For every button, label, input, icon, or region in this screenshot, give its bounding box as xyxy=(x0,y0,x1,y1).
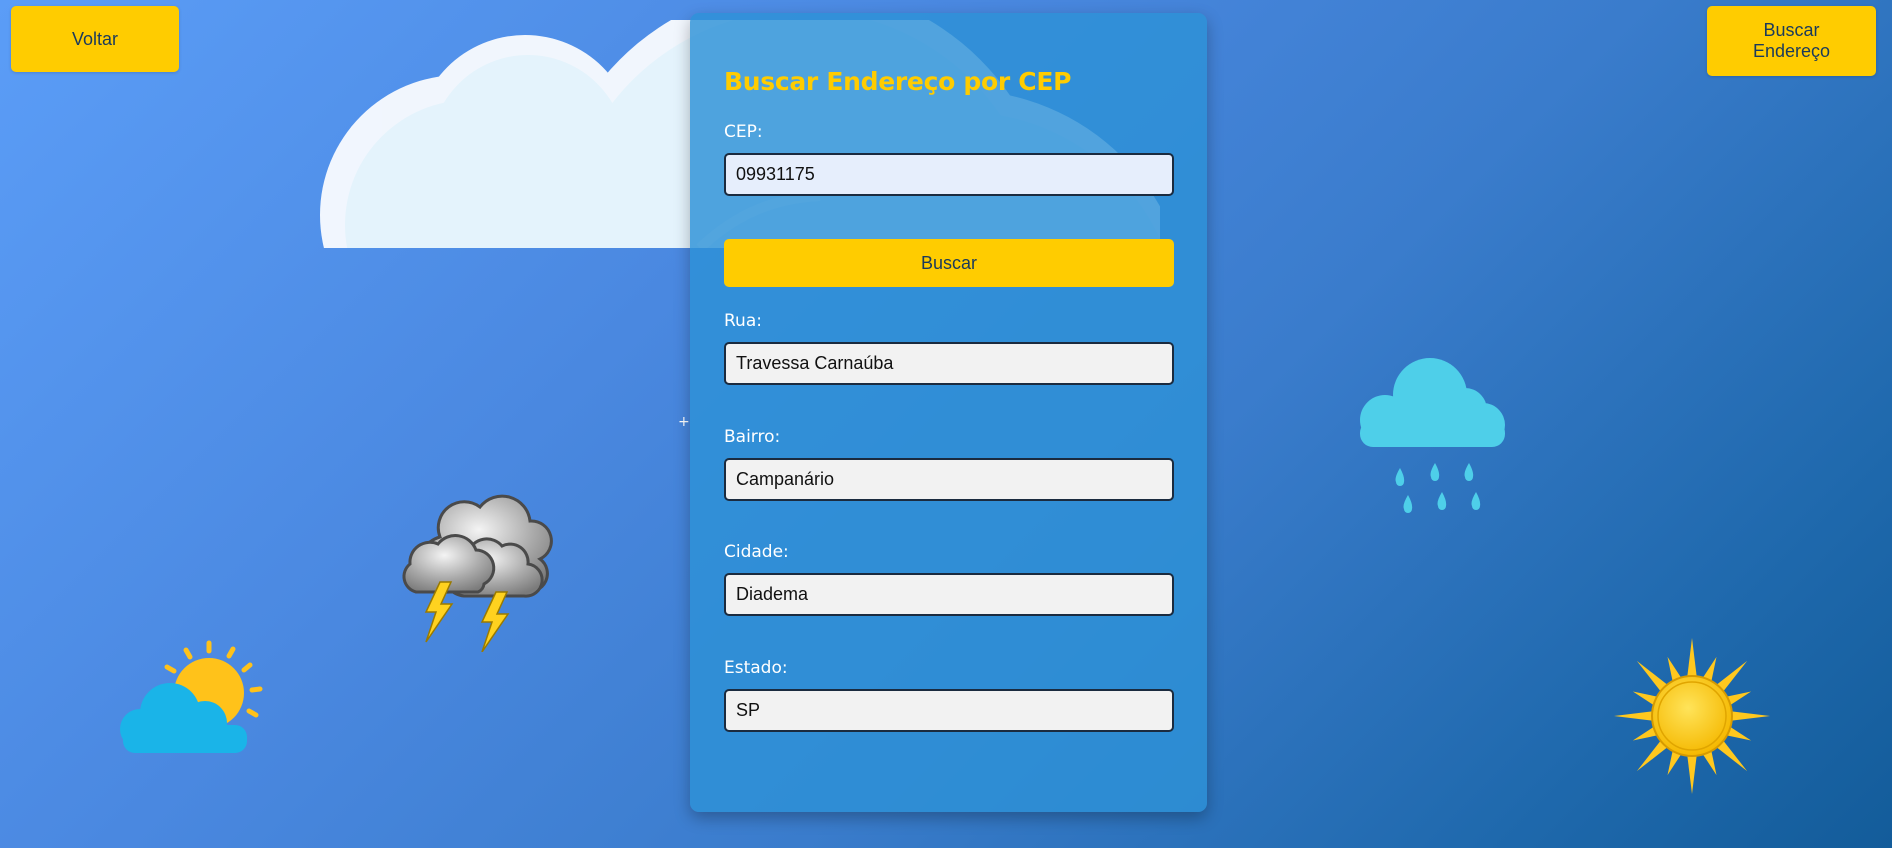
sun-ray xyxy=(1729,711,1770,721)
sun-ray xyxy=(1687,753,1697,794)
neighborhood-label: Bairro: xyxy=(724,427,781,447)
rain-cloud-icon xyxy=(1355,350,1515,525)
back-button[interactable]: Voltar xyxy=(11,6,179,72)
street-label: Rua: xyxy=(724,311,762,331)
thunderstorm-icon xyxy=(400,482,560,657)
plus-marker: + xyxy=(678,414,690,430)
cep-input[interactable] xyxy=(724,153,1174,196)
address-search-button[interactable]: Buscar Endereço xyxy=(1707,6,1876,76)
search-button[interactable]: Buscar xyxy=(724,239,1174,287)
neighborhood-field[interactable] xyxy=(724,458,1174,501)
page-title: Buscar Endereço por CEP xyxy=(724,67,1072,96)
state-label: Estado: xyxy=(724,658,788,678)
cep-search-card: Buscar Endereço por CEP CEP: Buscar Rua:… xyxy=(690,13,1207,812)
city-field[interactable] xyxy=(724,573,1174,616)
sun-icon xyxy=(1612,636,1772,801)
state-field[interactable] xyxy=(724,689,1174,732)
sun-ray xyxy=(1687,638,1697,679)
city-label: Cidade: xyxy=(724,542,789,562)
sun-ray xyxy=(1614,711,1655,721)
partly-sunny-icon xyxy=(120,635,270,760)
street-field[interactable] xyxy=(724,342,1174,385)
cep-label: CEP: xyxy=(724,122,763,142)
